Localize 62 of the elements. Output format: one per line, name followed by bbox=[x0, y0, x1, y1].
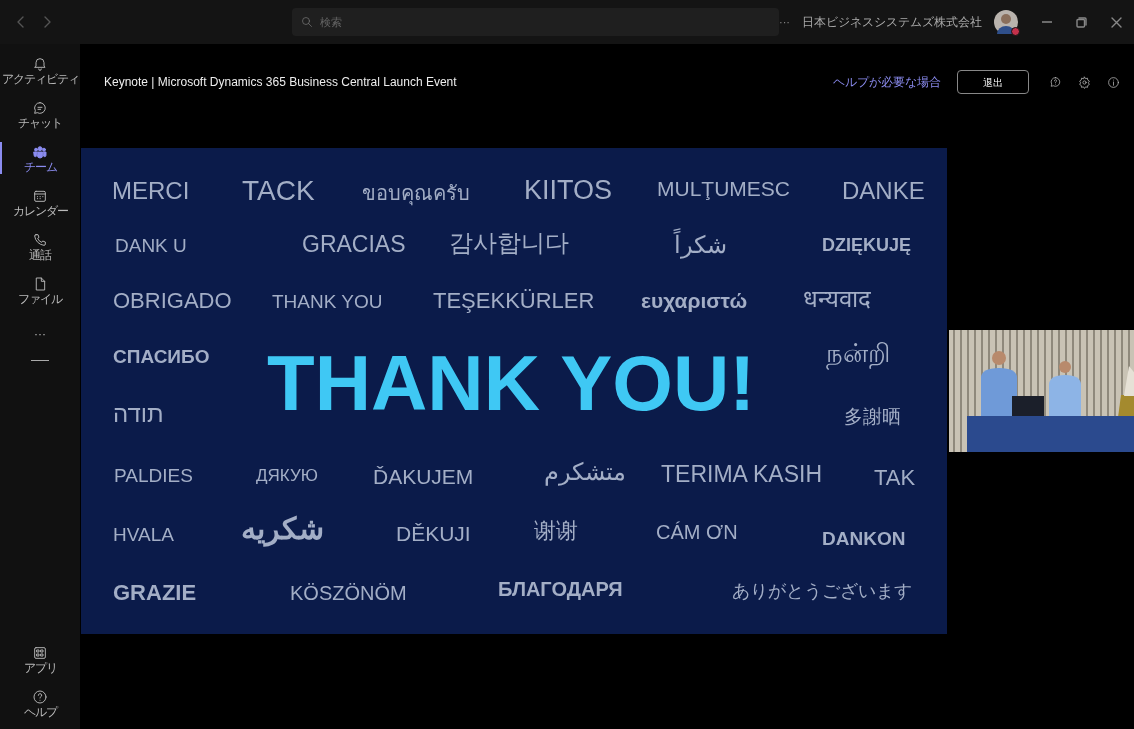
meeting-title: Keynote | Microsoft Dynamics 365 Business Central Launch Event bbox=[104, 74, 458, 91]
slide-word: PALDIES bbox=[114, 465, 193, 485]
more-button[interactable]: ··· bbox=[779, 13, 790, 31]
slide-word: MULŢUMESC bbox=[657, 178, 790, 200]
sidebar-item[interactable]: ファイル bbox=[0, 268, 80, 312]
slide-word: DANKON bbox=[822, 528, 906, 548]
slide-word: СПАСИБО bbox=[113, 346, 210, 366]
slide-word: ありがとうございます bbox=[732, 582, 912, 601]
restore-icon[interactable] bbox=[1076, 16, 1087, 28]
slide-word: MERCI bbox=[112, 178, 190, 203]
sidebar-item[interactable]: ··· bbox=[0, 312, 80, 356]
sidebar-item[interactable]: 通話 bbox=[0, 224, 80, 268]
slide-word: ĎAKUJEM bbox=[373, 466, 474, 488]
slide-headline: THANK YOU! bbox=[267, 344, 756, 422]
slide-word: HVALA bbox=[113, 524, 174, 544]
slide-word: TAK bbox=[874, 466, 916, 489]
slide-word: THANK YOU bbox=[272, 291, 383, 311]
slide-word: TEŞEKKÜRLER bbox=[433, 289, 595, 312]
chat-icon bbox=[32, 99, 48, 116]
slide-word: DĚKUJI bbox=[396, 523, 471, 545]
help-link[interactable]: ヘルプが必要な場合 bbox=[833, 73, 941, 91]
slide-word: OBRIGADO bbox=[113, 289, 232, 312]
slide-word: TERIMA KASIH bbox=[661, 463, 823, 487]
slide-word: GRACIAS bbox=[302, 233, 406, 257]
sidebar-item[interactable]: アプリ bbox=[0, 637, 80, 681]
sidebar-item[interactable]: ヘルプ bbox=[0, 681, 80, 725]
slide-word: DANKE bbox=[842, 178, 925, 203]
sidebar-item[interactable]: カレンダー bbox=[0, 180, 80, 224]
sidebar-item[interactable]: チャット bbox=[0, 92, 80, 136]
slide-word: ДЯКУЮ bbox=[256, 466, 318, 484]
slide-word: תודה bbox=[113, 401, 164, 426]
bell-icon bbox=[32, 55, 48, 72]
forward-icon[interactable] bbox=[42, 15, 52, 29]
slide-word: DANK U bbox=[115, 235, 187, 255]
slide-word: متشكرم bbox=[544, 459, 626, 484]
slide-word: 多謝晒 bbox=[844, 406, 901, 426]
back-icon[interactable] bbox=[16, 15, 26, 29]
search-field[interactable]: 検索 bbox=[292, 8, 779, 36]
organization-name: 日本ビジネスシステムズ株式会社 bbox=[802, 14, 982, 31]
slide-word: DZIĘKUJĘ bbox=[822, 236, 911, 255]
apps-icon bbox=[32, 644, 48, 661]
people-icon bbox=[32, 143, 48, 160]
slide-word: KIITOS bbox=[524, 177, 613, 205]
slide-word: 谢谢 bbox=[534, 519, 578, 542]
slide-word: KÖSZÖNÖM bbox=[290, 583, 407, 603]
avatar[interactable] bbox=[994, 10, 1018, 34]
close-icon[interactable] bbox=[1111, 16, 1122, 28]
info-icon[interactable] bbox=[1107, 75, 1120, 89]
slide-word: TACK bbox=[242, 176, 315, 205]
slide-word: 감사합니다 bbox=[449, 230, 569, 255]
slide-word: ευχαριστώ bbox=[641, 290, 748, 312]
settings-icon[interactable] bbox=[1078, 75, 1091, 89]
leave-button[interactable]: 退出 bbox=[957, 70, 1029, 94]
feedback-icon[interactable] bbox=[1049, 75, 1062, 89]
phone-icon bbox=[32, 231, 48, 248]
slide-word: GRAZIE bbox=[113, 581, 197, 604]
help-icon bbox=[32, 688, 48, 705]
slide-word: БЛАГОДАРЯ bbox=[498, 579, 623, 599]
sidebar-item[interactable]: チーム bbox=[0, 136, 80, 180]
slide-word: CÁM ƠN bbox=[656, 522, 738, 542]
sidebar-item[interactable]: アクティビティ bbox=[0, 48, 80, 92]
slide-word: धन्यवाद bbox=[803, 286, 871, 311]
